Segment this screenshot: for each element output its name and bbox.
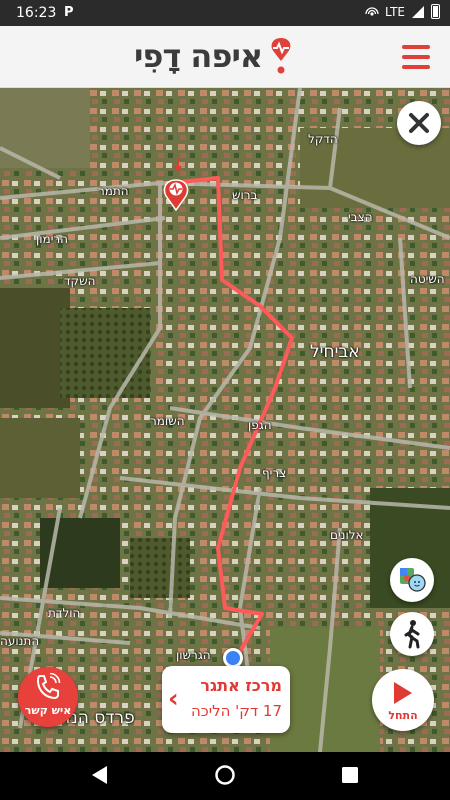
signal-icon <box>412 5 424 18</box>
street-label: הדקל <box>308 132 338 146</box>
app-logo: איפה דָפִי <box>134 34 296 78</box>
menu-button[interactable] <box>402 45 430 69</box>
menu-line <box>402 65 430 69</box>
battery-icon <box>431 4 440 19</box>
current-location-dot <box>223 648 243 668</box>
street-label: הרימון <box>36 232 68 246</box>
street-label: ברוש <box>232 188 258 202</box>
destination-name: מרכז אתגר <box>200 676 282 695</box>
street-label: הצבי <box>348 210 373 224</box>
play-icon <box>394 682 412 704</box>
status-bar: 16:23 P LTE <box>0 0 450 26</box>
status-right: LTE <box>365 4 440 19</box>
home-icon[interactable] <box>214 764 236 786</box>
destination-eta: 17 דק' הליכה <box>191 702 282 720</box>
phone-icon <box>36 673 61 700</box>
street-label: הגפן <box>248 418 272 432</box>
street-label: הגרשון <box>176 648 211 662</box>
street-label: השומר <box>150 414 185 428</box>
menu-line <box>402 55 430 59</box>
street-label: אלונים <box>330 528 364 542</box>
waze-button[interactable] <box>390 558 434 602</box>
pedestrian-icon <box>404 620 420 649</box>
network-type: LTE <box>385 4 405 19</box>
street-label: התמר <box>98 184 129 198</box>
app-header: איפה דָפִי <box>0 26 450 88</box>
start-button-label: התחל <box>388 709 418 722</box>
hamburger-menu-icon <box>402 45 430 49</box>
street-label: הולדת <box>48 606 81 620</box>
status-time: 16:23 <box>16 5 57 21</box>
start-navigation-button[interactable]: התחל <box>372 669 434 731</box>
chevron-left-icon[interactable]: ‹ <box>168 684 179 714</box>
waze-icon <box>400 568 426 592</box>
logo-text: איפה דָפִי <box>134 37 263 75</box>
walk-mode-button[interactable] <box>390 612 434 656</box>
back-icon[interactable] <box>90 764 110 786</box>
close-button[interactable] <box>397 101 441 145</box>
call-contact-button[interactable]: איש קשר <box>18 667 78 727</box>
street-label-neighborhood: אביחיל <box>310 342 360 362</box>
street-label: צריף <box>262 466 287 480</box>
system-nav-bar <box>0 752 450 800</box>
recents-icon[interactable] <box>340 764 360 786</box>
parking-app-icon: P <box>64 5 74 20</box>
hotspot-icon <box>365 6 379 16</box>
call-button-label: איש קשר <box>24 704 72 717</box>
street-label: השקד <box>64 274 96 288</box>
street-label: השיטה <box>410 272 445 286</box>
destination-card[interactable]: ‹ מרכז אתגר 17 דק' הליכה <box>162 666 290 733</box>
logo-pin-heart-icon <box>271 38 291 74</box>
close-icon <box>409 113 429 133</box>
map-view[interactable]: הדקל ברוש הצבי התמר הרימון השקד השיטה אב… <box>0 88 450 752</box>
street-label: התנועה <box>0 634 40 648</box>
